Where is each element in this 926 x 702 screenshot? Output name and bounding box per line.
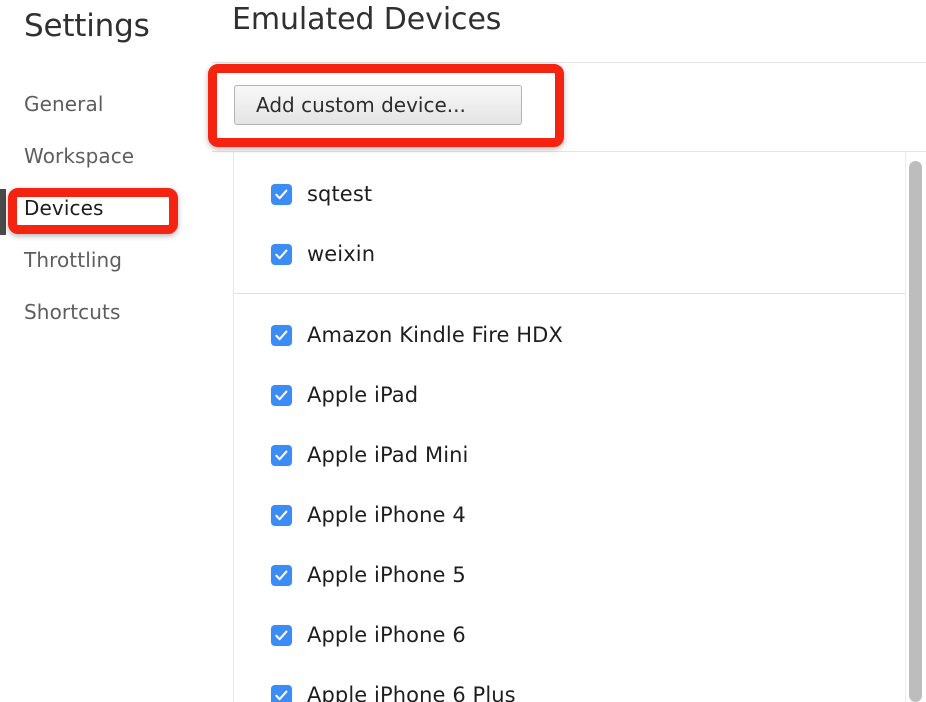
checkbox-checked-icon[interactable] [271, 183, 292, 205]
device-name-label: Apple iPhone 4 [307, 503, 466, 527]
device-name-label: Amazon Kindle Fire HDX [307, 323, 563, 347]
device-list-item[interactable]: Apple iPad Mini [234, 425, 908, 485]
device-name-label: weixin [307, 242, 376, 266]
settings-sidebar: Settings General Workspace Devices Throt… [0, 0, 212, 702]
sidebar-selection-indicator [0, 189, 6, 235]
checkbox-checked-icon[interactable] [271, 444, 292, 466]
device-list-item[interactable]: Apple iPhone 5 [234, 545, 908, 605]
device-name-label: Apple iPhone 5 [307, 563, 466, 587]
checkbox-checked-icon[interactable] [271, 243, 292, 265]
content-title: Emulated Devices [232, 2, 502, 37]
device-name-label: Apple iPhone 6 [307, 623, 466, 647]
device-group-standard: Amazon Kindle Fire HDX Apple iPad Apple iP… [234, 294, 908, 702]
header-divider [212, 62, 926, 63]
device-list-scrollbar-thumb[interactable] [909, 161, 922, 702]
sidebar-item-throttling[interactable]: Throttling [24, 248, 122, 272]
device-list-item[interactable]: weixin [234, 224, 908, 284]
checkbox-checked-icon[interactable] [271, 504, 292, 526]
add-custom-device-button[interactable]: Add custom device... [234, 85, 522, 125]
device-list-item[interactable]: Apple iPhone 6 [234, 605, 908, 665]
device-list-item[interactable]: sqtest [234, 164, 908, 224]
sidebar-item-shortcuts[interactable]: Shortcuts [24, 300, 121, 324]
device-list[interactable]: sqtest weixin Amazon Kindle Fire HDX Apple… [233, 152, 909, 702]
device-name-label: Apple iPad Mini [307, 443, 469, 467]
checkbox-checked-icon[interactable] [271, 324, 292, 346]
sidebar-item-general[interactable]: General [24, 92, 104, 116]
checkbox-checked-icon[interactable] [271, 684, 292, 702]
emulated-devices-pane: Emulated Devices Add custom device... sq… [212, 0, 926, 702]
sidebar-item-devices[interactable]: Devices [24, 196, 104, 220]
device-group-custom: sqtest weixin [234, 152, 908, 294]
device-list-item[interactable]: Amazon Kindle Fire HDX [234, 305, 908, 365]
checkbox-checked-icon[interactable] [271, 384, 292, 406]
device-list-item[interactable]: Apple iPhone 6 Plus [234, 665, 908, 702]
sidebar-item-workspace[interactable]: Workspace [24, 144, 134, 168]
checkbox-checked-icon[interactable] [271, 564, 292, 586]
checkbox-checked-icon[interactable] [271, 624, 292, 646]
device-list-item[interactable]: Apple iPhone 4 [234, 485, 908, 545]
page-title: Settings [24, 8, 150, 44]
device-name-label: sqtest [307, 182, 373, 206]
device-name-label: Apple iPhone 6 Plus [307, 683, 516, 702]
device-list-item[interactable]: Apple iPad [234, 365, 908, 425]
device-name-label: Apple iPad [307, 383, 419, 407]
